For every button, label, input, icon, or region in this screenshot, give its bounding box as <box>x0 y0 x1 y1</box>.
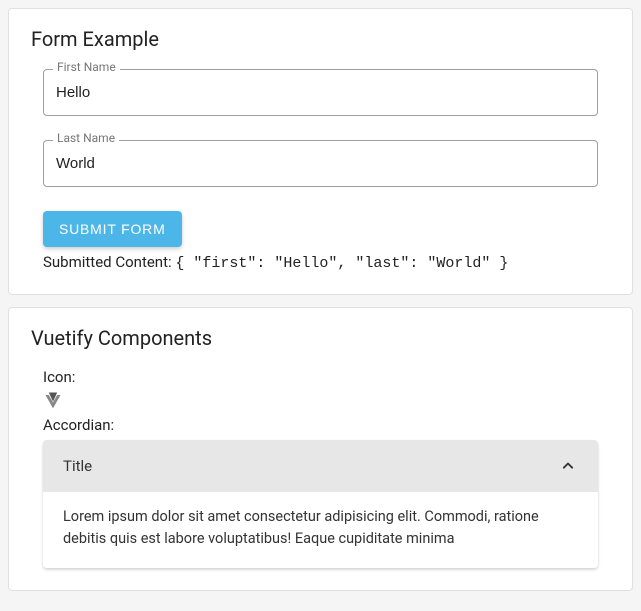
accordion-label: Accordian: <box>43 416 610 434</box>
vuetify-components-card: Vuetify Components Icon: Accordian: Titl… <box>8 307 633 591</box>
last-name-label: Last Name <box>53 131 119 145</box>
icon-label: Icon: <box>43 368 610 386</box>
vuetify-logo-icon <box>43 390 63 410</box>
last-name-field: Last Name <box>43 140 598 187</box>
submitted-content: Submitted Content: { "first": "Hello", "… <box>43 253 610 272</box>
accordion-header[interactable]: Title <box>43 440 598 492</box>
accordion: Title Lorem ipsum dolor sit amet consect… <box>43 440 598 568</box>
vuetify-title: Vuetify Components <box>31 326 610 350</box>
form-title: Form Example <box>31 27 610 51</box>
form-example-card: Form Example First Name Last Name SUBMIT… <box>8 8 633 295</box>
chevron-up-icon <box>558 456 578 476</box>
accordion-title: Title <box>63 457 92 475</box>
submit-button[interactable]: SUBMIT FORM <box>43 211 182 247</box>
first-name-input[interactable] <box>43 69 598 116</box>
last-name-input[interactable] <box>43 140 598 187</box>
first-name-field: First Name <box>43 69 598 116</box>
accordion-body: Lorem ipsum dolor sit amet consectetur a… <box>43 492 598 568</box>
submitted-label: Submitted Content: <box>43 253 172 271</box>
first-name-label: First Name <box>53 60 120 74</box>
submitted-value: { "first": "Hello", "last": "World" } <box>175 255 508 272</box>
